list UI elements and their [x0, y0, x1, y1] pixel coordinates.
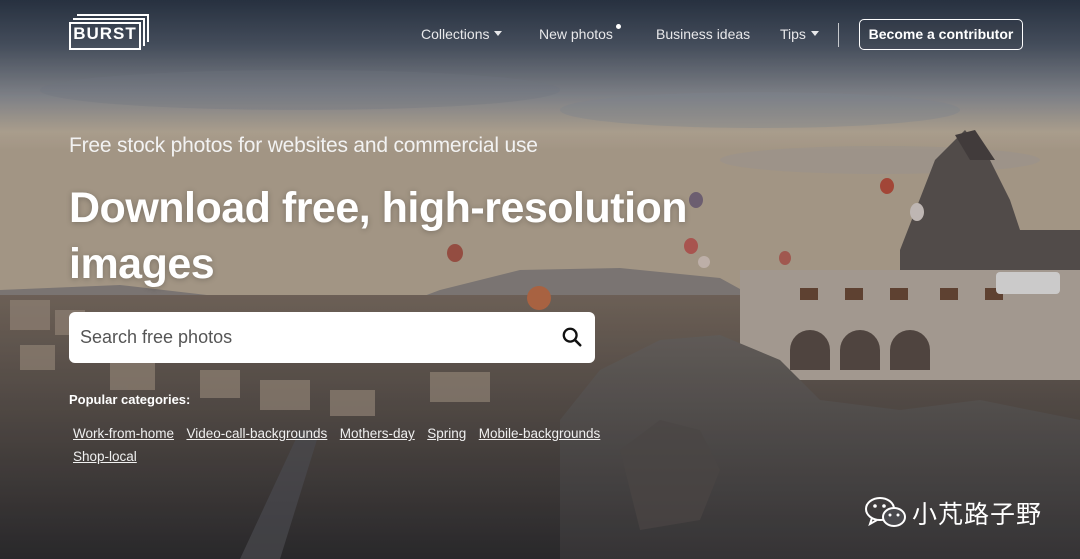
- category-link[interactable]: Shop-local: [73, 449, 137, 465]
- wechat-icon: [865, 497, 906, 527]
- hero-headline: Download free, high-resolution images: [69, 184, 688, 288]
- popular-categories-list: Work-from-home Video-call-backgrounds Mo…: [69, 425, 629, 471]
- search-bar: [69, 312, 595, 363]
- hero-subtitle: Free stock photos for websites and comme…: [69, 134, 538, 157]
- nav-collections[interactable]: Collections: [421, 26, 503, 42]
- caret-down-icon: [494, 31, 503, 36]
- nav-tips[interactable]: Tips: [780, 26, 819, 42]
- category-link[interactable]: Work-from-home: [73, 426, 174, 442]
- burst-logo[interactable]: BURST: [69, 14, 149, 52]
- search-input[interactable]: [69, 312, 539, 363]
- nav-new-photos[interactable]: New photos: [539, 24, 621, 42]
- category-link[interactable]: Video-call-backgrounds: [186, 426, 327, 442]
- new-indicator-dot-icon: [615, 24, 621, 29]
- wechat-watermark: 小芃路子野: [864, 492, 1054, 532]
- nav-business-ideas[interactable]: Business ideas: [656, 26, 750, 42]
- nav-tips-label: Tips: [780, 26, 806, 42]
- search-icon[interactable]: [561, 326, 583, 348]
- hero-section: BURST Collections New photos Business id…: [0, 0, 1080, 559]
- watermark-text: 小芃路子野: [912, 500, 1043, 529]
- become-contributor-button[interactable]: Become a contributor: [859, 19, 1023, 50]
- nav-business-ideas-label: Business ideas: [656, 26, 751, 42]
- nav-divider: [838, 23, 839, 47]
- category-link[interactable]: Mobile-backgrounds: [479, 426, 601, 442]
- nav-collections-label: Collections: [421, 26, 490, 42]
- popular-categories-label: Popular categories:: [69, 392, 191, 407]
- nav-new-photos-label: New photos: [539, 26, 613, 42]
- category-link[interactable]: Spring: [427, 426, 466, 442]
- caret-down-icon: [810, 31, 819, 36]
- logo-text: BURST: [73, 24, 137, 43]
- top-navigation: BURST Collections New photos Business id…: [0, 0, 1080, 70]
- category-link[interactable]: Mothers-day: [340, 426, 415, 442]
